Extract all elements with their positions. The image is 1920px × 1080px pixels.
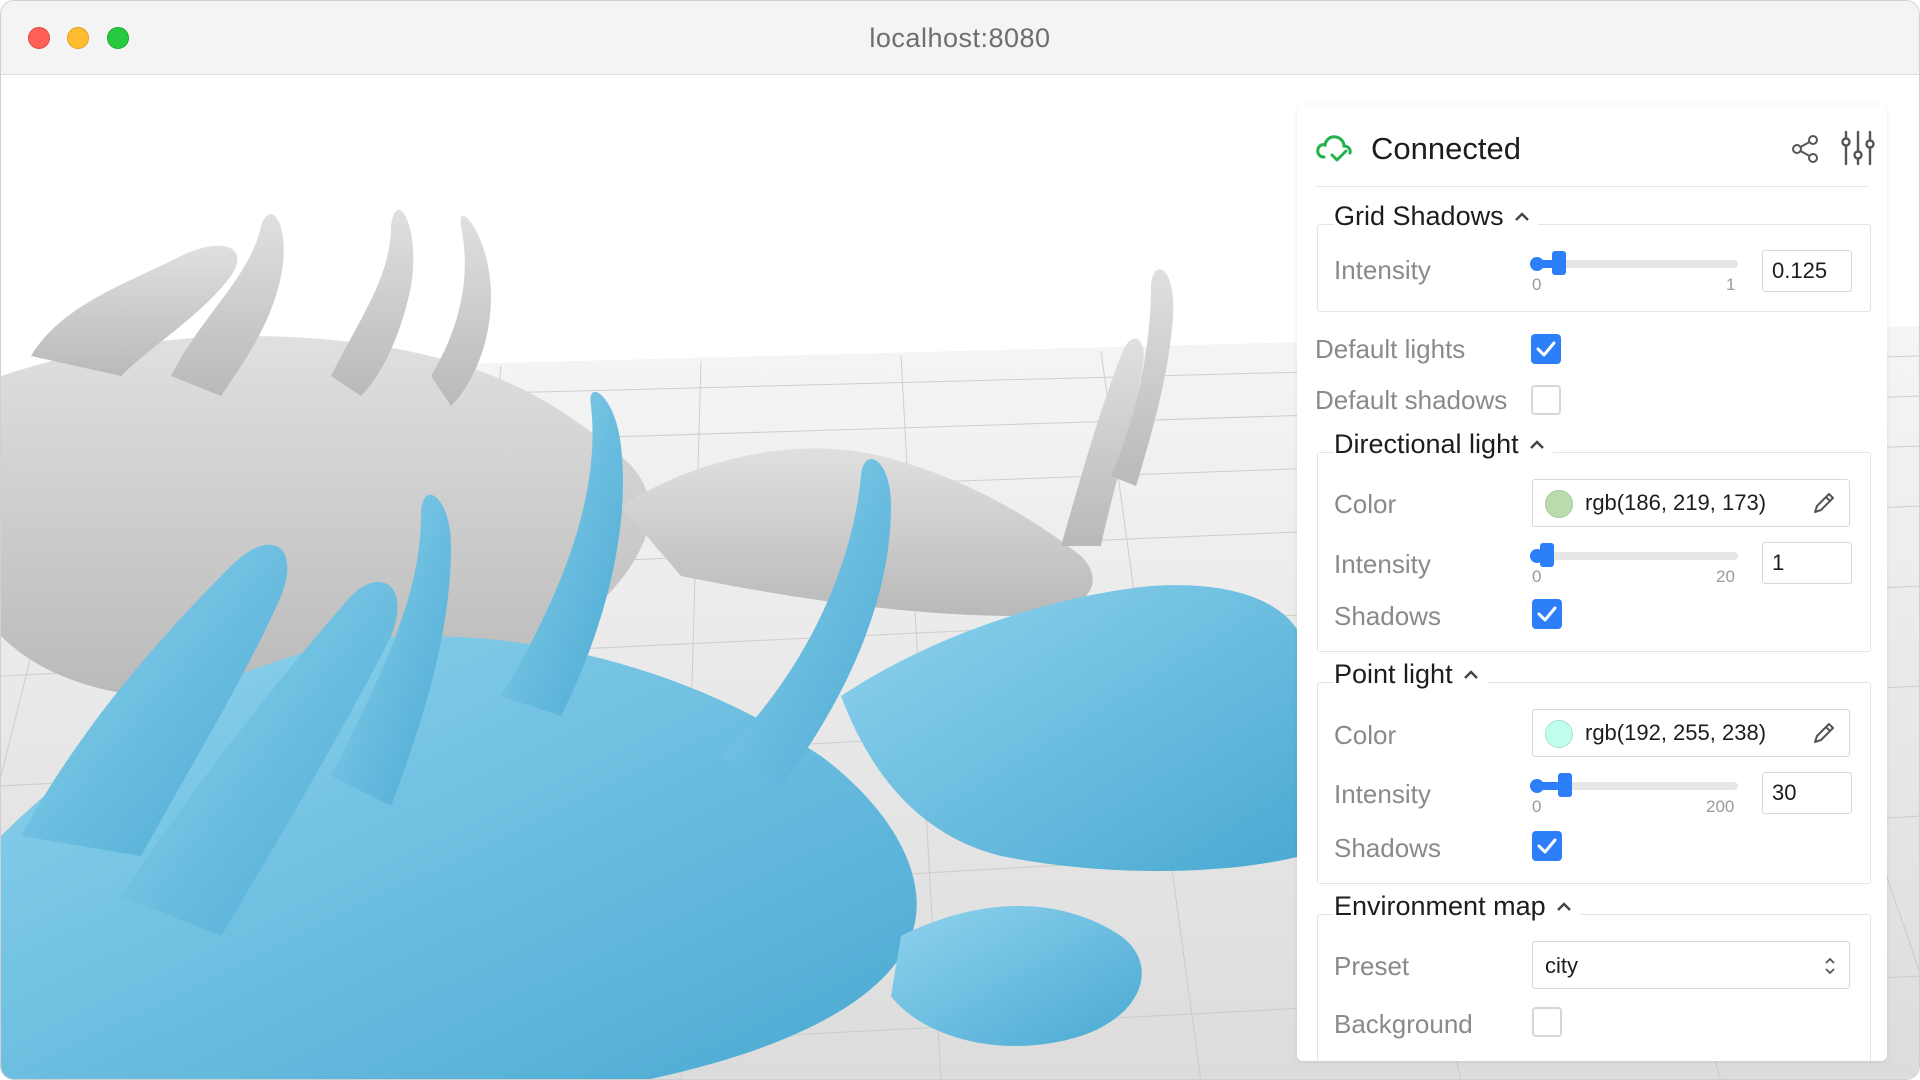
slider-max-label: 200 (1706, 797, 1735, 816)
point-color-label: Color (1334, 720, 1397, 750)
chevron-up-icon (1529, 439, 1544, 449)
chevron-up-icon (1514, 211, 1529, 221)
slider-min-label: 0 (1532, 797, 1542, 816)
grid-shadows-intensity-slider[interactable] (1530, 249, 1738, 279)
default-lights-checkbox[interactable] (1531, 334, 1561, 364)
chevron-up-icon (1556, 901, 1571, 911)
eyedropper-icon[interactable] (1811, 490, 1837, 516)
directional-intensity-input[interactable]: 1 (1762, 542, 1852, 584)
preset-label: Preset (1334, 951, 1410, 981)
slider-max-label: 20 (1716, 567, 1735, 586)
default-lights-label: Default lights (1315, 334, 1466, 364)
point-color-field[interactable]: rgb(192, 255, 238) (1532, 709, 1850, 757)
directional-light-title[interactable]: Directional light (1334, 429, 1553, 460)
grid-shadows-group: Grid Shadows Intensity 0 1 0.125 (1317, 201, 1871, 312)
directional-color-label: Color (1334, 489, 1397, 519)
color-swatch[interactable] (1545, 490, 1573, 518)
preset-value: city (1545, 953, 1578, 978)
panel-header: Connected (1315, 127, 1875, 187)
directional-shadows-label: Shadows (1334, 601, 1441, 631)
directional-intensity-slider[interactable] (1530, 541, 1738, 571)
title-bar: localhost:8080 (1, 1, 1919, 75)
slider-min-label: 0 (1532, 275, 1542, 294)
slider-handle[interactable] (1558, 773, 1572, 797)
chevron-up-down-icon (1825, 957, 1835, 975)
point-shadows-label: Shadows (1334, 833, 1441, 863)
slider-handle[interactable] (1552, 251, 1566, 275)
point-intensity-label: Intensity (1334, 779, 1431, 809)
color-value: rgb(186, 219, 173) (1585, 490, 1767, 515)
share-icon[interactable] (1789, 133, 1821, 165)
slider-handle[interactable] (1540, 543, 1554, 567)
slider-max-label: 1 (1726, 275, 1736, 294)
window-url: localhost:8080 (869, 23, 1051, 53)
grid-shadows-intensity-label: Intensity (1334, 255, 1431, 285)
point-light-group: Point light Color rgb(192, 255, 238) Int… (1317, 659, 1871, 884)
chevron-up-icon (1463, 669, 1478, 679)
background-checkbox[interactable] (1532, 1007, 1562, 1037)
cloud-check-icon (1316, 135, 1352, 162)
checkmark-icon (1537, 606, 1557, 622)
color-value: rgb(192, 255, 238) (1585, 720, 1767, 745)
checkmark-icon (1537, 838, 1557, 854)
preset-select[interactable]: city (1532, 941, 1850, 989)
connection-status: Connected (1371, 131, 1521, 166)
grid-shadows-intensity-input[interactable]: 0.125 (1762, 250, 1852, 292)
slider-min-label: 0 (1532, 567, 1542, 586)
directional-light-group: Directional light Color rgb(186, 219, 17… (1317, 429, 1871, 652)
environment-map-title[interactable]: Environment map (1334, 891, 1580, 922)
directional-shadows-checkbox[interactable] (1532, 599, 1562, 629)
sliders-icon[interactable] (1839, 129, 1877, 167)
environment-map-group: Environment map Preset city Background (1317, 891, 1871, 1061)
checkmark-icon (1536, 341, 1556, 357)
point-light-title[interactable]: Point light (1334, 659, 1487, 690)
color-swatch[interactable] (1545, 720, 1573, 748)
eyedropper-icon[interactable] (1811, 720, 1837, 746)
directional-color-field[interactable]: rgb(186, 219, 173) (1532, 479, 1850, 527)
default-shadows-label: Default shadows (1315, 385, 1508, 415)
default-shadows-checkbox[interactable] (1531, 385, 1561, 415)
grid-shadows-title[interactable]: Grid Shadows (1334, 201, 1538, 232)
browser-window: localhost:8080 Connected Grid Shadows In… (0, 0, 1920, 1080)
background-label: Background (1334, 1009, 1473, 1039)
point-intensity-input[interactable]: 30 (1762, 772, 1852, 814)
point-shadows-checkbox[interactable] (1532, 831, 1562, 861)
directional-intensity-label: Intensity (1334, 549, 1431, 579)
controls-panel: Connected Grid Shadows Intensity 0 1 0.1… (1297, 105, 1887, 1061)
